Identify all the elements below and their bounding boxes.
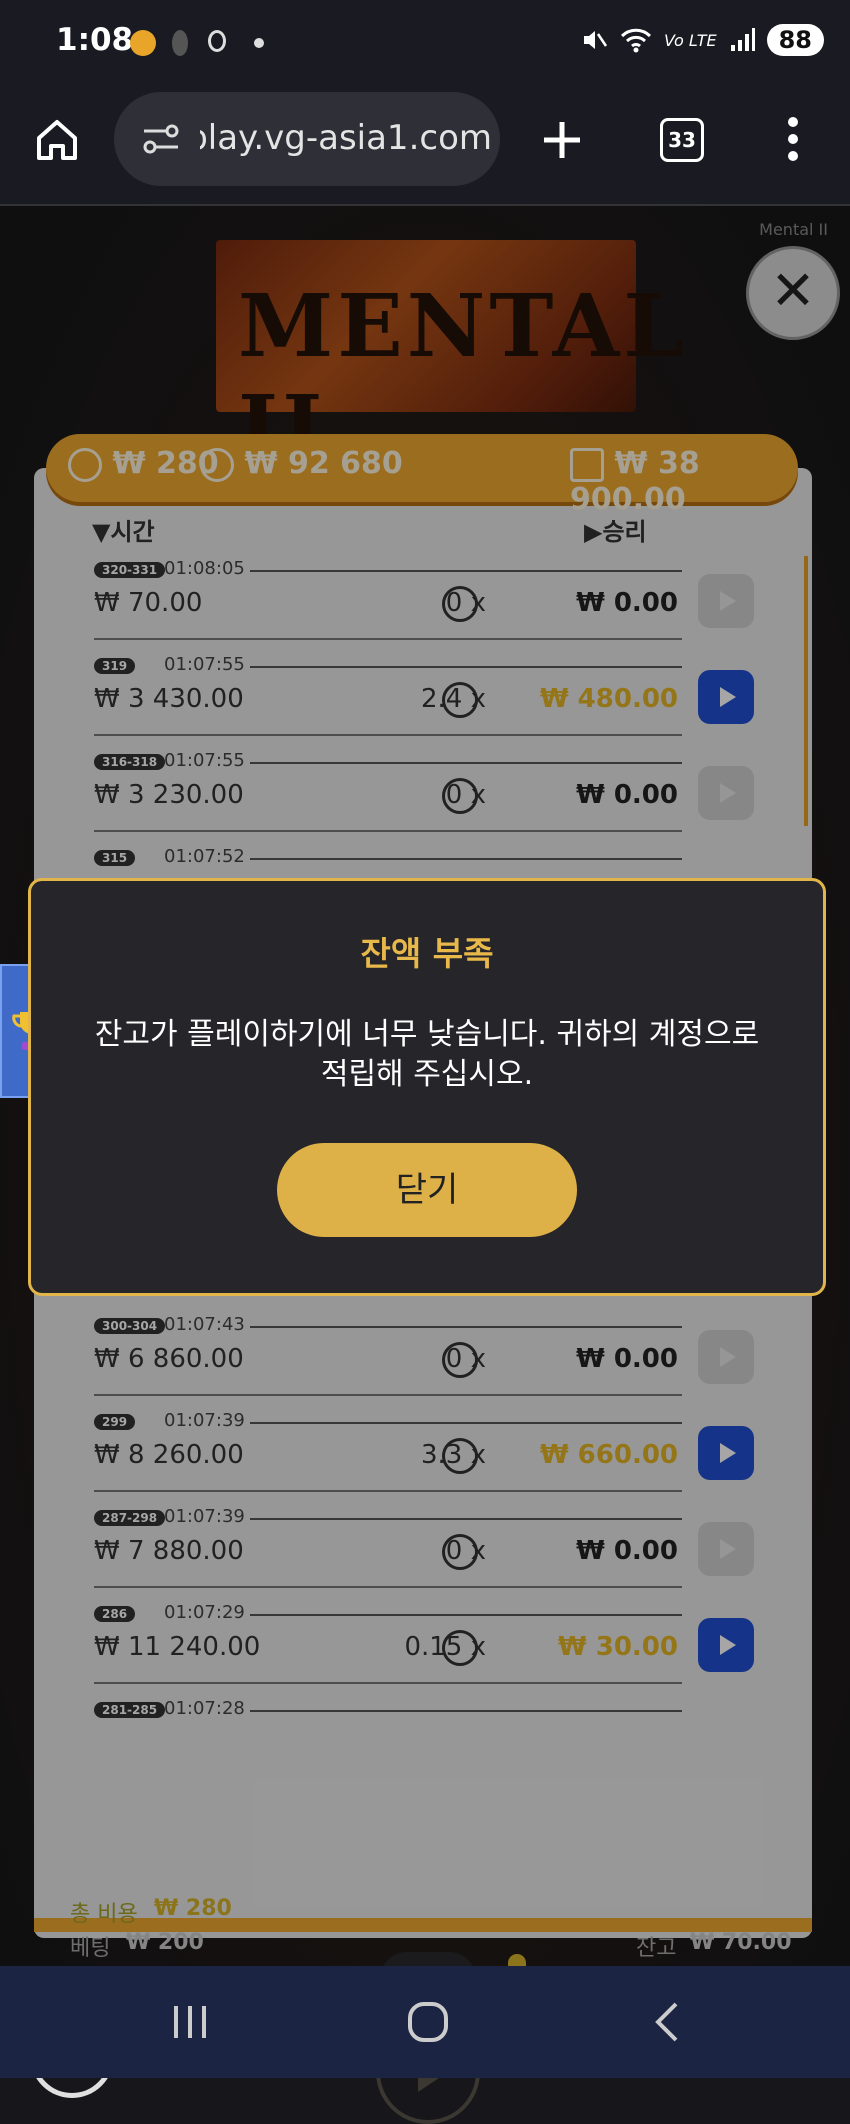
url-text: play.vg-asia1.com [200,118,492,158]
system-nav-bar [0,1966,850,2078]
home-nav-icon[interactable] [406,2000,450,2044]
back-icon[interactable] [650,2000,684,2044]
more-notifications-icon [254,38,264,48]
home-icon[interactable] [34,116,80,162]
app-notification-icon [208,30,226,52]
notification-icon [130,30,156,56]
mute-icon [584,31,608,49]
status-time: 1:08 [56,22,134,58]
dialog-title: 잔액 부족 [360,934,494,973]
tab-switcher-button[interactable]: 33 [660,118,704,162]
new-tab-icon[interactable] [540,118,584,162]
battery-indicator: 88 [766,24,824,56]
status-icons: Vo LTE 88 [580,24,824,56]
status-bar: 1:08 Vo LTE 88 [0,0,850,92]
browser-toolbar: play.vg-asia1.com 33 [0,92,850,206]
site-settings-icon[interactable] [142,122,180,156]
dialog-message: 잔고가 플레이하기에 너무 낮습니다. 귀하의 계정으로 적립해 주십시오. [94,1017,760,1092]
recent-apps-icon[interactable] [170,2002,210,2042]
network-label: Vo LTE [664,30,717,50]
address-bar[interactable]: play.vg-asia1.com [114,92,500,186]
wifi-icon [620,28,652,53]
more-menu-icon[interactable] [778,114,808,164]
insufficient-balance-dialog: 잔액 부족 잔고가 플레이하기에 너무 낮습니다. 귀하의 계정으로 적립해 주… [28,878,826,1296]
app-notification-icon [172,30,188,56]
signal-icon [730,28,755,51]
dialog-close-button[interactable]: 닫기 [277,1143,577,1237]
